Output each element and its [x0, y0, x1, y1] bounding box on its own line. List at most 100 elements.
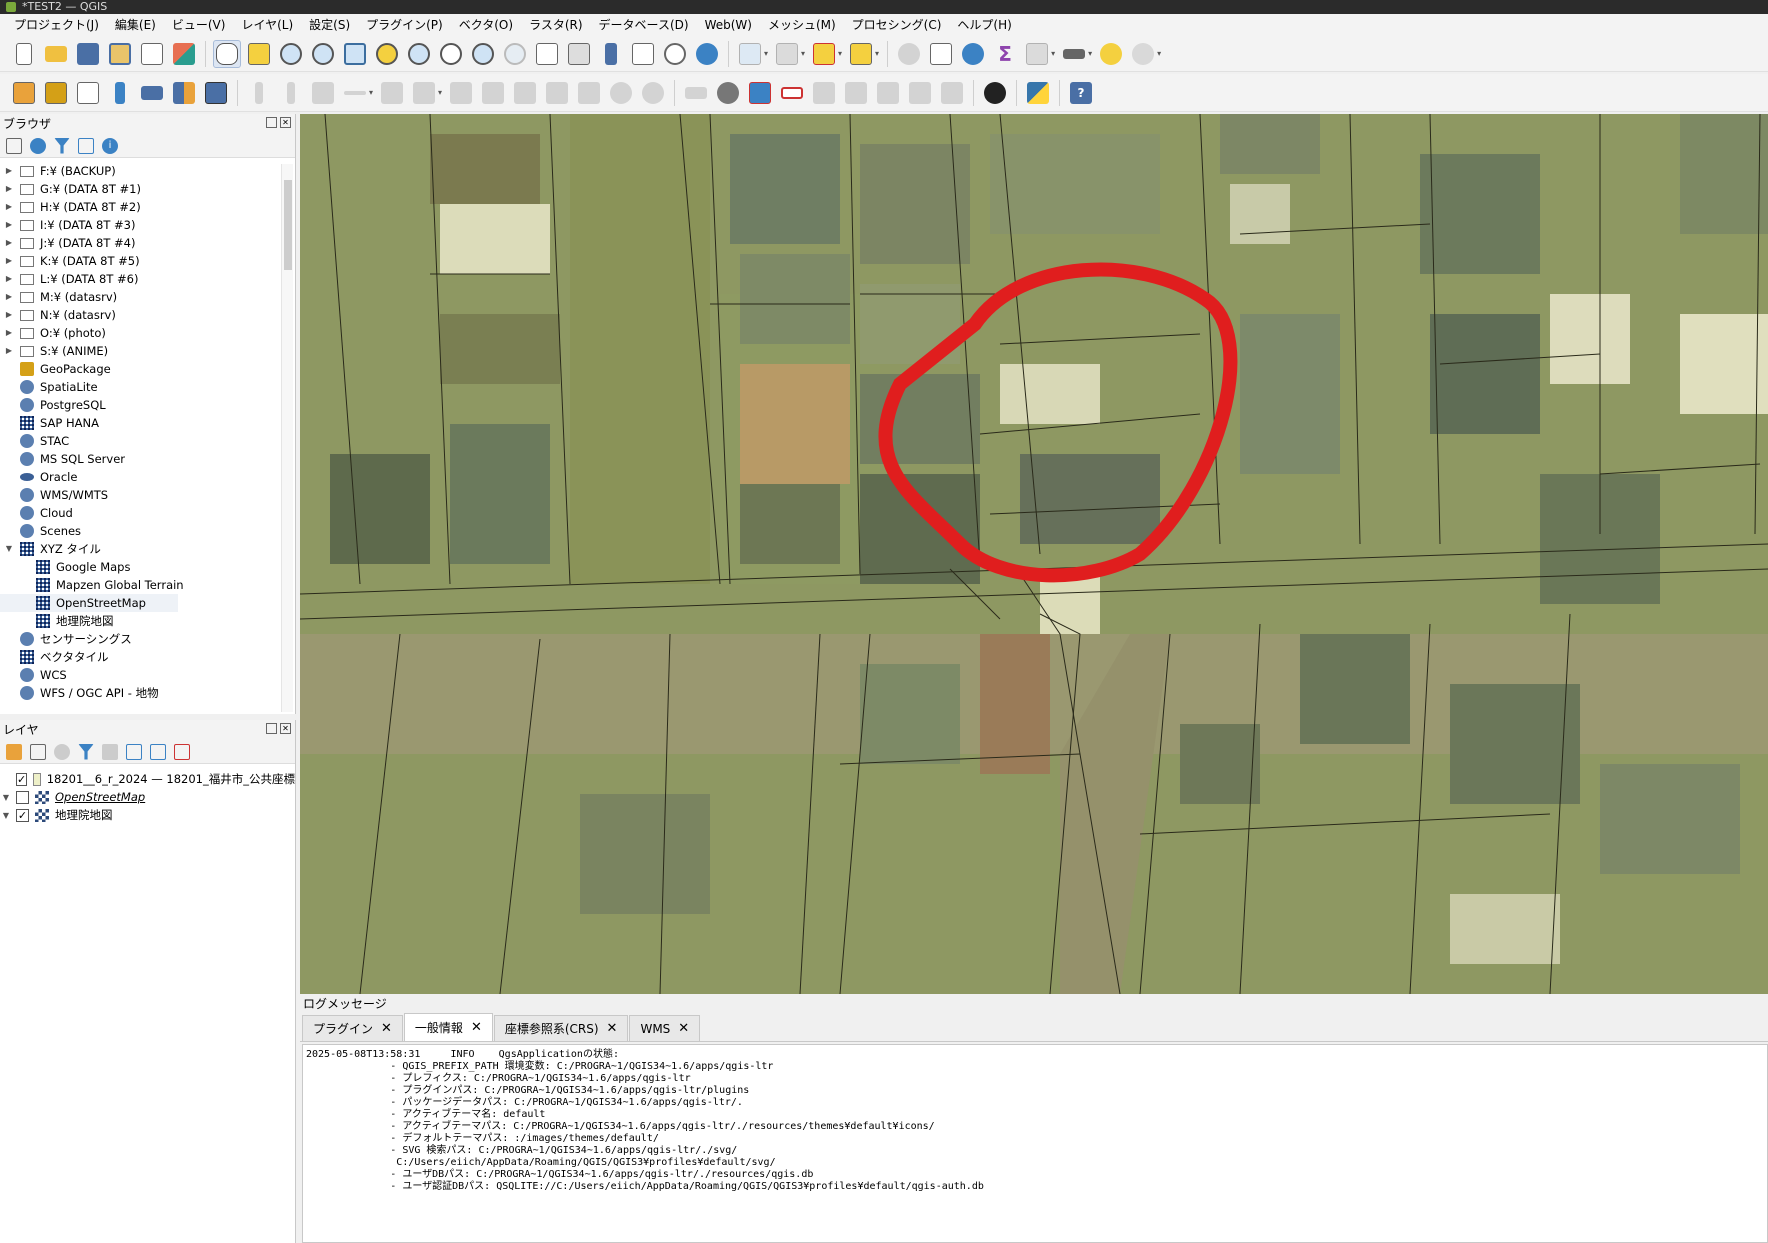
menu-vector[interactable]: ベクタ(O): [451, 14, 521, 36]
show-bookmarks-button[interactable]: [629, 40, 657, 68]
zoom-layer-button[interactable]: [405, 40, 433, 68]
select-features-button[interactable]: [736, 40, 764, 68]
statistics-button[interactable]: Σ: [991, 40, 1019, 68]
label-highlight-button[interactable]: [778, 79, 806, 107]
undo-button[interactable]: [607, 79, 635, 107]
plugin-manager-button[interactable]: [981, 79, 1009, 107]
browser-item[interactable]: PostgreSQL: [0, 396, 280, 414]
menu-processing[interactable]: プロセシング(C): [844, 14, 950, 36]
chevron-right-icon[interactable]: ▶: [4, 306, 14, 324]
print-layout-button[interactable]: [138, 40, 166, 68]
float-panel-icon[interactable]: [266, 117, 277, 128]
browser-item[interactable]: Scenes: [0, 522, 280, 540]
new-spatialite-layer-button[interactable]: [106, 79, 134, 107]
layer-row-openstreetmap[interactable]: ▼ OpenStreetMap: [0, 788, 295, 806]
filter-legend-icon[interactable]: [78, 743, 94, 760]
vertex-tool-button[interactable]: [410, 79, 438, 107]
refresh-button[interactable]: [693, 40, 721, 68]
chevron-right-icon[interactable]: ▶: [4, 162, 14, 180]
new-3d-view-button[interactable]: [565, 40, 593, 68]
search-button[interactable]: [1129, 40, 1157, 68]
chevron-right-icon[interactable]: ▶: [4, 198, 14, 216]
visibility-icon[interactable]: [54, 743, 70, 760]
new-geopackage-layer-button[interactable]: [42, 79, 70, 107]
close-panel-icon[interactable]: ✕: [280, 723, 291, 734]
refresh-icon[interactable]: [30, 137, 46, 154]
redo-button[interactable]: [639, 79, 667, 107]
browser-item[interactable]: 地理院地図: [0, 612, 280, 630]
collapse-all-icon[interactable]: [78, 137, 94, 154]
attribute-table-button[interactable]: [773, 40, 801, 68]
measure-button[interactable]: [1060, 40, 1088, 68]
paste-features-button[interactable]: [575, 79, 603, 107]
save-project-button[interactable]: [74, 40, 102, 68]
zoom-selection-button[interactable]: [373, 40, 401, 68]
deselect-button[interactable]: [810, 40, 838, 68]
chevron-right-icon[interactable]: ▶: [4, 270, 14, 288]
chevron-right-icon[interactable]: ▶: [4, 288, 14, 306]
digitize-button[interactable]: [341, 79, 369, 107]
browser-item[interactable]: ▼ XYZ タイル: [0, 540, 280, 558]
menu-database[interactable]: データベース(D): [591, 14, 697, 36]
menu-raster[interactable]: ラスタ(R): [521, 14, 590, 36]
browser-item[interactable]: ▶ F:¥ (BACKUP): [0, 162, 280, 180]
open-project-button[interactable]: [42, 40, 70, 68]
new-bookmark-button[interactable]: [597, 40, 625, 68]
data-source-manager-button[interactable]: [10, 79, 38, 107]
menu-plugins[interactable]: プラグイン(P): [358, 14, 451, 36]
menu-edit[interactable]: 編集(E): [107, 14, 164, 36]
chevron-down-icon[interactable]: ▼: [4, 540, 14, 558]
menu-settings[interactable]: 設定(S): [301, 14, 358, 36]
open-attribute-table-button[interactable]: [927, 40, 955, 68]
open-field-calculator-button[interactable]: [1023, 40, 1051, 68]
browser-item[interactable]: ▶ M:¥ (datasrv): [0, 288, 280, 306]
browser-item[interactable]: Mapzen Global Terrain: [0, 576, 280, 594]
diagram-tool-button[interactable]: [714, 79, 742, 107]
chevron-right-icon[interactable]: ▶: [4, 216, 14, 234]
chevron-right-icon[interactable]: ▶: [4, 324, 14, 342]
add-vector-tile-button[interactable]: [202, 79, 230, 107]
label-pin-button[interactable]: [746, 79, 774, 107]
python-console-button[interactable]: [1024, 79, 1052, 107]
close-panel-icon[interactable]: ✕: [280, 117, 291, 128]
tab-general[interactable]: 一般情報 ✕: [403, 1013, 493, 1041]
chevron-right-icon[interactable]: ▶: [4, 252, 14, 270]
collapse-all-icon[interactable]: [150, 743, 166, 760]
new-shapefile-layer-button[interactable]: [74, 79, 102, 107]
browser-item[interactable]: ▶ I:¥ (DATA 8T #3): [0, 216, 280, 234]
browser-item[interactable]: ▶ S:¥ (ANIME): [0, 342, 280, 360]
browser-item[interactable]: ▶ L:¥ (DATA 8T #6): [0, 270, 280, 288]
delete-selected-button[interactable]: [479, 79, 507, 107]
expand-arrow-icon[interactable]: ▼: [0, 793, 12, 802]
add-selected-layers-icon[interactable]: [6, 137, 22, 154]
layer-visibility-checkbox[interactable]: ✓: [16, 772, 28, 786]
tab-crs[interactable]: 座標参照系(CRS) ✕: [493, 1015, 629, 1041]
toolbox-button[interactable]: [959, 40, 987, 68]
expand-arrow-icon[interactable]: ▼: [0, 811, 12, 820]
close-tab-icon[interactable]: ✕: [471, 1016, 482, 1040]
identify-button[interactable]: [895, 40, 923, 68]
remove-layer-icon[interactable]: [174, 743, 190, 760]
save-as-button[interactable]: [106, 40, 134, 68]
select-by-location-button[interactable]: [847, 40, 875, 68]
label-properties-button[interactable]: [938, 79, 966, 107]
browser-item[interactable]: センサーシングス: [0, 630, 280, 648]
modify-attributes-button[interactable]: [447, 79, 475, 107]
browser-item[interactable]: ▶ K:¥ (DATA 8T #5): [0, 252, 280, 270]
close-tab-icon[interactable]: ✕: [678, 1017, 689, 1041]
log-text-area[interactable]: 2025-05-08T13:58:31 INFO QgsApplicationの…: [302, 1044, 1768, 1243]
add-group-icon[interactable]: [30, 743, 46, 760]
browser-item[interactable]: SpatiaLite: [0, 378, 280, 396]
browser-item[interactable]: ▶ H:¥ (DATA 8T #2): [0, 198, 280, 216]
style-manager-button[interactable]: [170, 40, 198, 68]
layer-row-parcels[interactable]: ✓ 18201__6_r_2024 — 18201_福井市_公共座標: [0, 770, 295, 788]
change-label-button[interactable]: [874, 79, 902, 107]
edit-pencil-button[interactable]: [277, 79, 305, 107]
temporal-controller-button[interactable]: [661, 40, 689, 68]
close-tab-icon[interactable]: ✕: [607, 1017, 618, 1041]
browser-item[interactable]: WMS/WMTS: [0, 486, 280, 504]
browser-item[interactable]: Cloud: [0, 504, 280, 522]
label-tool-button[interactable]: [682, 79, 710, 107]
map-tips-button[interactable]: [1097, 40, 1125, 68]
browser-item[interactable]: WFS / OGC API - 地物: [0, 684, 280, 702]
